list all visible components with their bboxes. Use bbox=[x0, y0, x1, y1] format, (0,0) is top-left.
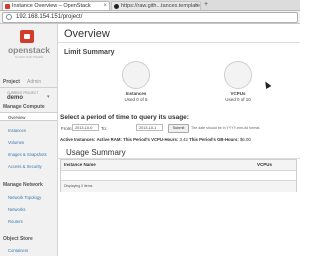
section-manage-network: Manage Network bbox=[3, 182, 43, 188]
table-footer: Displaying 0 items bbox=[61, 180, 296, 192]
date-format-hint: The date should be in YYYY-mm-dd format. bbox=[191, 126, 261, 130]
chevron-down-icon[interactable]: ▾ bbox=[47, 94, 50, 100]
page-title: Overview bbox=[64, 28, 110, 40]
usage-summary-title: Usage Summary bbox=[66, 148, 126, 157]
browser-tab-active[interactable]: Instance Overview – OpenStack × bbox=[2, 1, 110, 10]
current-project-select[interactable]: demo bbox=[7, 95, 23, 101]
vcpus-limit-label: VCPUs Used 0 of 10 bbox=[208, 91, 268, 102]
github-favicon-icon bbox=[114, 4, 119, 9]
limit-summary-title: Limit Summary bbox=[64, 49, 115, 56]
usage-table: Instance Name VCPUs Displaying 0 items bbox=[60, 159, 297, 192]
instances-limit-label: Instances Used 0 of 5 bbox=[106, 91, 166, 102]
sidebar-item-access-security[interactable]: Access & Security bbox=[8, 164, 42, 169]
to-label: To: bbox=[101, 126, 108, 131]
table-header-row: Instance Name VCPUs bbox=[61, 160, 296, 171]
mouse-pointer-icon bbox=[262, 79, 272, 90]
logo-text: openstack bbox=[7, 45, 51, 55]
browser-tab-bar: Instance Overview – OpenStack × https://… bbox=[0, 0, 300, 11]
tab-title: Instance Overview – OpenStack bbox=[12, 3, 91, 9]
vcpus-pie-chart bbox=[224, 61, 252, 89]
close-tab-icon[interactable]: × bbox=[103, 2, 107, 10]
sidebar-item-volumes[interactable]: Volumes bbox=[8, 140, 24, 145]
sidebar-item-routers[interactable]: Routers bbox=[8, 219, 23, 224]
main-content: Overview Limit Summary Instances Used 0 … bbox=[58, 24, 300, 256]
table-item-count: Displaying 0 items bbox=[64, 184, 93, 188]
openstack-logo-icon bbox=[20, 30, 34, 43]
url-text: 192.168.154.151/project/ bbox=[16, 14, 83, 20]
globe-icon bbox=[6, 14, 12, 20]
active-instances-label: Active Instances: bbox=[60, 137, 96, 142]
period-query-title: Select a period of time to query its usa… bbox=[60, 114, 189, 121]
address-bar: 192.168.154.151/project/ bbox=[0, 11, 300, 24]
sidebar-item-networks[interactable]: Networks bbox=[8, 207, 25, 212]
url-input[interactable]: 192.168.154.151/project/ bbox=[2, 12, 298, 23]
section-manage-compute: Manage Compute bbox=[3, 104, 45, 110]
openstack-favicon-icon bbox=[5, 4, 10, 9]
sidebar-item-containers[interactable]: Containers bbox=[8, 248, 28, 253]
close-tab-icon[interactable]: × bbox=[194, 2, 198, 10]
column-header-instance-name[interactable]: Instance Name bbox=[64, 162, 96, 167]
from-label: From: bbox=[61, 126, 73, 131]
submit-button[interactable]: Submit bbox=[168, 124, 189, 133]
column-header-vcpus[interactable]: VCPUs bbox=[257, 162, 272, 167]
to-date-input[interactable]: 2013-10-1 bbox=[136, 124, 163, 131]
sidebar: openstack CLOUD SOFTWARE Project Admin C… bbox=[0, 24, 58, 256]
active-ram-label: Active RAM: bbox=[96, 137, 122, 142]
sidebar-item-overview[interactable]: Overview bbox=[0, 112, 57, 121]
section-object-store: Object Store bbox=[3, 236, 33, 242]
from-date-input[interactable]: 2013-10-0 bbox=[72, 124, 99, 131]
title-divider bbox=[58, 42, 300, 43]
sidebar-item-network-topology[interactable]: Network Topology bbox=[8, 195, 41, 200]
vcpus-limit-detail: Used 0 of 10 bbox=[225, 96, 251, 102]
sidebar-divider bbox=[0, 87, 57, 88]
gb-hours-label: This Period's GB-Hours: bbox=[189, 137, 239, 142]
tab-project[interactable]: Project bbox=[3, 79, 20, 85]
tab-admin[interactable]: Admin bbox=[27, 79, 41, 85]
sidebar-item-instances[interactable]: Instances bbox=[8, 128, 26, 133]
instances-limit-detail: Used 0 of 5 bbox=[124, 96, 148, 102]
instances-pie-chart bbox=[122, 61, 150, 89]
tab-title: https://raw.gith...tances.template bbox=[121, 3, 200, 9]
vcpu-hours-label: This Period's VCPU-Hours: bbox=[123, 137, 179, 142]
new-tab-icon[interactable]: + bbox=[204, 1, 208, 9]
sidebar-item-images-snapshots[interactable]: Images & Snapshots bbox=[8, 152, 47, 157]
logo-tagline: CLOUD SOFTWARE bbox=[14, 55, 44, 59]
usage-stats-line: Active Instances: Active RAM: This Perio… bbox=[60, 137, 251, 142]
browser-tab-inactive[interactable]: https://raw.gith...tances.template × bbox=[111, 1, 201, 10]
gb-hours-value: $6.00 bbox=[240, 137, 251, 142]
vcpu-hours-value: 3.42 bbox=[179, 137, 188, 142]
